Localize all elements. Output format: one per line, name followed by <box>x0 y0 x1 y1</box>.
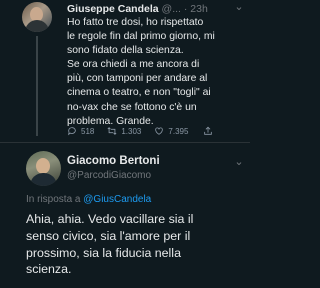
thread-line <box>36 36 38 136</box>
reply-count: 518 <box>81 126 95 136</box>
heart-icon <box>155 127 164 135</box>
share-icon <box>204 126 213 135</box>
timestamp[interactable]: · 23h <box>184 3 208 15</box>
tweet-actions: 518 1.303 7.395 <box>67 124 247 138</box>
original-tweet[interactable]: Giuseppe Candela @... · 23h ⌄ Ho fatto t… <box>0 0 250 142</box>
avatar[interactable] <box>22 2 52 32</box>
tweet-text: Ho fatto tre dosi, ho rispettato le rego… <box>67 17 215 127</box>
author-name[interactable]: Giuseppe Candela <box>67 3 159 15</box>
reply-to-prefix: In risposta a <box>26 194 84 205</box>
tweet-header: Giuseppe Candela @... · 23h <box>67 2 247 16</box>
reply-button[interactable]: 518 <box>67 126 94 136</box>
reply-context: In risposta a @GiusCandela <box>26 194 151 205</box>
share-button[interactable] <box>203 126 217 136</box>
retweet-button[interactable]: 1.303 <box>107 126 141 136</box>
reply-tweet[interactable]: Giacomo Bertoni @ParcodiGiacomo ⌄ In ris… <box>0 143 250 288</box>
retweet-count: 1.303 <box>121 126 142 136</box>
like-count: 7.395 <box>168 126 189 136</box>
mention-link[interactable]: @GiusCandela <box>83 194 151 205</box>
tweet-text: Ahia, ahia. Vedo vacillare sia il senso … <box>26 212 194 277</box>
avatar[interactable] <box>26 151 61 186</box>
retweet-icon <box>107 127 117 135</box>
author-handle[interactable]: @ParcodiGiacomo <box>67 170 151 181</box>
like-button[interactable]: 7.395 <box>154 126 188 136</box>
author-name[interactable]: Giacomo Bertoni <box>67 155 160 167</box>
author-handle[interactable]: @... <box>162 3 181 15</box>
ellipsis-icon[interactable]: ⌄ <box>232 155 246 169</box>
reply-icon <box>68 127 76 136</box>
ellipsis-icon[interactable]: ⌄ <box>232 0 246 14</box>
